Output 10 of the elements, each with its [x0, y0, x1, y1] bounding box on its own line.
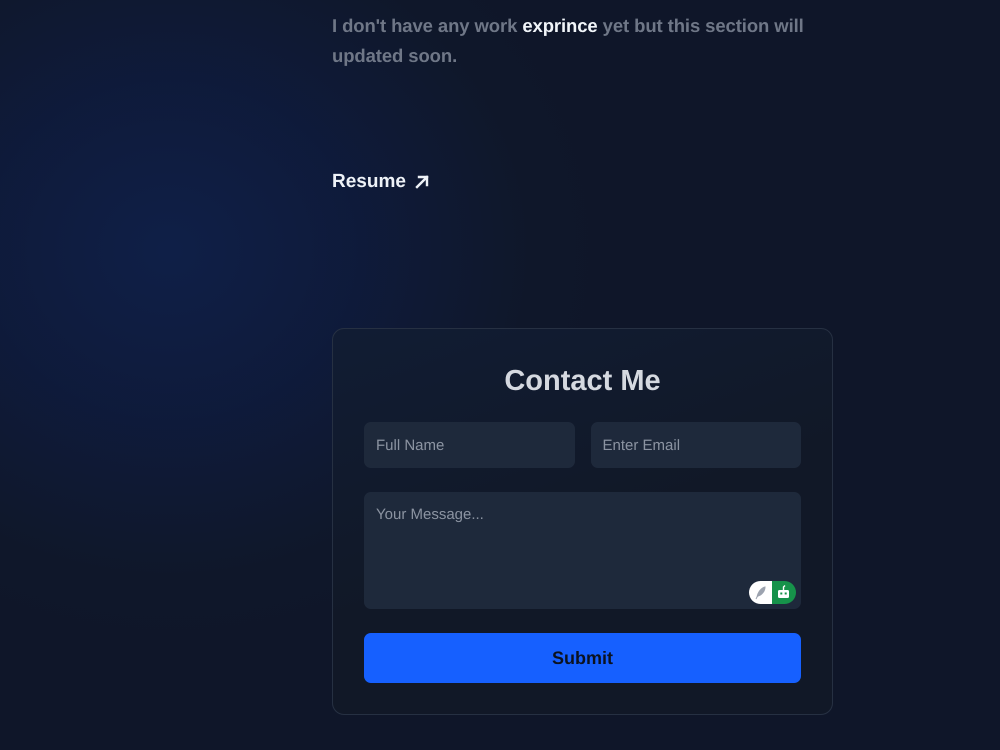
- input-field[interactable]: Enter Email: [590, 422, 801, 468]
- arrow-up-right-icon: [414, 175, 429, 189]
- submit-button[interactable]: Submit: [364, 633, 801, 683]
- input-field[interactable]: Full Name: [364, 422, 574, 468]
- feather-icon[interactable]: [749, 581, 772, 604]
- robot-icon[interactable]: [772, 581, 796, 604]
- about-paragraph: I don't have any work exprince yet but this section will updated soon.: [332, 14, 805, 68]
- resume-link[interactable]: Resume: [332, 169, 429, 195]
- message-field[interactable]: Your Message...: [364, 492, 801, 609]
- contact-title: Contact Me: [503, 364, 662, 399]
